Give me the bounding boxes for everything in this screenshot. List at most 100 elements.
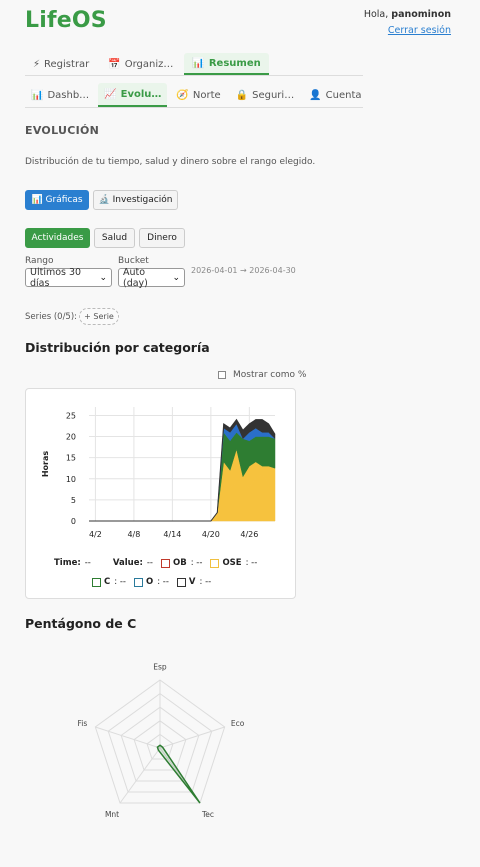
- legend-row-2: C: -- O: -- V: --: [92, 577, 219, 587]
- legend-val: --: [251, 558, 258, 568]
- series-count-label: Series (0/5):: [25, 312, 78, 322]
- add-series-button[interactable]: + Serie: [79, 308, 119, 325]
- trend-up-icon: 📈: [104, 88, 117, 100]
- x-tick-label: 4/2: [89, 530, 102, 539]
- legend-key: V: [188, 577, 196, 587]
- legend-ob[interactable]: OB: --: [161, 558, 202, 568]
- charts-view-button[interactable]: 📊 Gráficas: [25, 190, 89, 210]
- tab-label: Cuenta: [325, 89, 362, 101]
- legend-swatch: [210, 558, 220, 568]
- user-greeting: Hola, panominon: [364, 9, 451, 20]
- tab-label: Norte: [192, 89, 221, 101]
- tab-label: Organiz…: [124, 58, 174, 70]
- tab-resumen[interactable]: 📊 Resumen: [184, 53, 269, 75]
- percent-checkbox[interactable]: [218, 371, 226, 379]
- legend-key: C: [104, 577, 111, 587]
- date-range-text: 2026-04-01 → 2026-04-30: [191, 266, 296, 275]
- research-view-button[interactable]: 🔬 Investigación: [93, 190, 178, 210]
- legend-key: OB: [173, 558, 187, 568]
- legend-ose[interactable]: OSE: --: [210, 558, 257, 568]
- x-tick-label: 4/26: [240, 530, 258, 539]
- legend-c[interactable]: C: --: [92, 577, 126, 587]
- legend-val: --: [196, 558, 203, 568]
- percent-toggle-label: Mostrar como %: [233, 370, 307, 380]
- legend-v[interactable]: V: --: [176, 577, 212, 587]
- legend-val: --: [205, 577, 212, 587]
- tab-label: Resumen: [208, 57, 261, 69]
- y-tick-label: 15: [66, 454, 76, 463]
- tab-seguridad[interactable]: 🔒 Seguri…: [230, 83, 301, 107]
- legend-time-label: Time:: [54, 558, 81, 568]
- percent-toggle[interactable]: Mostrar como %: [218, 370, 306, 380]
- bar-chart-icon: 📊: [31, 89, 44, 101]
- tab-registrar[interactable]: ⚡ Registrar: [25, 53, 97, 75]
- app-title: LifeOS: [25, 8, 107, 33]
- tab-label: Seguri…: [252, 89, 295, 101]
- bolt-icon: ⚡: [33, 58, 41, 70]
- money-button[interactable]: Dinero: [139, 228, 185, 248]
- y-tick-label: 25: [66, 411, 76, 420]
- legend-o[interactable]: O: --: [133, 577, 169, 587]
- logout-link[interactable]: Cerrar sesión: [388, 25, 451, 36]
- distribution-chart-card: 4/2 4/8 4/14 4/20 4/26 0 5 10 15 20 25 Horas Time: -…: [25, 388, 296, 599]
- compass-icon: 🧭: [176, 89, 189, 101]
- tab-label: Evolu…: [120, 88, 162, 100]
- y-tick-label: 0: [71, 517, 76, 526]
- legend-swatch: [176, 577, 186, 587]
- y-axis-label: Horas: [41, 451, 50, 478]
- bar-chart-icon: 📊: [192, 57, 205, 69]
- radar-title: Pentágono de C: [25, 616, 137, 631]
- legend-key: O: [145, 577, 154, 587]
- greeting-text: Hola,: [363, 9, 389, 20]
- chevron-down-icon: ⌄: [99, 272, 107, 283]
- section-title: EVOLUCIÓN: [25, 124, 100, 137]
- bucket-label: Bucket: [118, 256, 149, 266]
- calendar-icon: 📅: [108, 58, 121, 70]
- sub-tabs: 📊 Dashb… 📈 Evolu… 🧭 Norte 🔒 Seguri… 👤 Cuenta: [25, 83, 363, 108]
- x-tick-label: 4/14: [163, 530, 181, 539]
- radar-chart: Esp Eco Tec Mnt Fis: [78, 662, 245, 819]
- lock-icon: 🔒: [235, 89, 249, 101]
- x-tick-label: 4/20: [202, 530, 220, 539]
- range-label: Rango: [25, 256, 54, 266]
- tab-evolucion[interactable]: 📈 Evolu…: [98, 83, 168, 107]
- tab-cuenta[interactable]: 👤 Cuenta: [303, 83, 367, 107]
- tab-label: Registrar: [44, 58, 90, 70]
- legend-key: OSE: [222, 558, 242, 568]
- legend-time-value: --: [84, 558, 91, 568]
- bucket-value: Auto (day): [123, 266, 148, 289]
- legend-val: --: [119, 577, 126, 587]
- y-tick-label: 5: [71, 496, 76, 505]
- tab-label: Dashb…: [47, 89, 90, 101]
- radar-axis-label: Mnt: [105, 810, 119, 819]
- legend-val: --: [162, 577, 169, 587]
- range-select[interactable]: Ultimos 30 días ⌄: [25, 266, 112, 289]
- legend-swatch: [133, 577, 143, 587]
- tab-organizar[interactable]: 📅 Organiz…: [100, 53, 181, 75]
- area-chart[interactable]: 4/2 4/8 4/14 4/20 4/26 0 5 10 15 20 25 Horas: [26, 389, 297, 600]
- radar-axis-label: Esp: [153, 662, 167, 671]
- radar-axis-label: Eco: [231, 719, 245, 728]
- y-tick-label: 20: [66, 433, 76, 442]
- tab-norte[interactable]: 🧭 Norte: [170, 83, 226, 107]
- legend-time: Time: --: [54, 558, 91, 568]
- range-value: Ultimos 30 días: [30, 266, 82, 289]
- legend-swatch: [161, 558, 170, 568]
- legend-swatch: [92, 577, 101, 587]
- tab-dashboard[interactable]: 📊 Dashb…: [25, 83, 95, 107]
- y-tick-label: 10: [66, 475, 76, 484]
- legend-value: Value: --: [113, 558, 153, 568]
- user-icon: 👤: [309, 89, 322, 101]
- radar-axis-label: Fis: [78, 719, 88, 728]
- activities-button[interactable]: Actividades: [25, 228, 90, 248]
- radar-axis-label: Tec: [201, 810, 214, 819]
- legend-row-1: Time: -- Value: -- OB: -- OSE: --: [54, 558, 265, 568]
- main-tabs: ⚡ Registrar 📅 Organiz… 📊 Resumen: [25, 53, 363, 76]
- section-description: Distribución de tu tiempo, salud y diner…: [25, 157, 316, 167]
- x-tick-label: 4/8: [127, 530, 140, 539]
- radar-value-shape: [156, 744, 201, 804]
- health-button[interactable]: Salud: [94, 228, 135, 248]
- chevron-down-icon: ⌄: [172, 272, 180, 283]
- bucket-select[interactable]: Auto (day) ⌄: [118, 266, 185, 289]
- legend-value-label: Value:: [112, 558, 143, 568]
